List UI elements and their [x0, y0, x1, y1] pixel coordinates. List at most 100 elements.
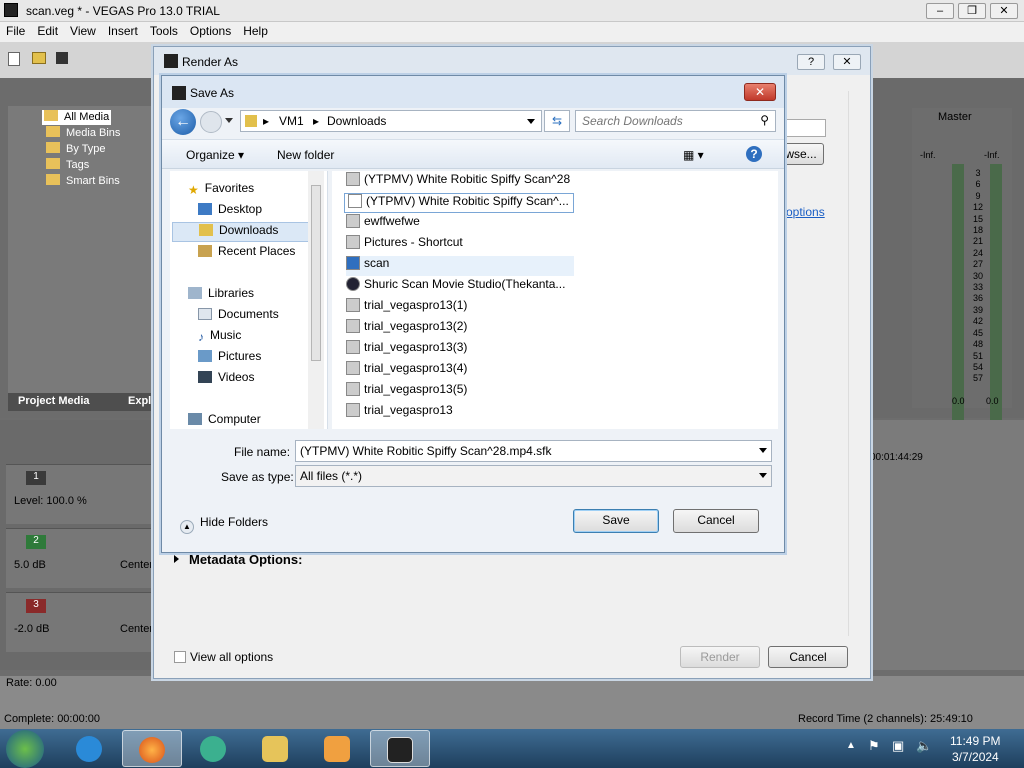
close-button[interactable]: ✕ [744, 83, 776, 101]
search-icon[interactable]: ⚲ [760, 113, 769, 127]
menu-edit[interactable]: Edit [31, 22, 64, 40]
show-hidden-icons[interactable]: ▲ [846, 740, 856, 751]
back-arrow-icon[interactable]: ← [170, 109, 196, 135]
breadcrumb-dropdown-icon[interactable] [527, 119, 535, 124]
nav-downloads[interactable]: Downloads [172, 222, 310, 242]
breadcrumb-downloads[interactable]: Downloads [327, 114, 386, 128]
file-item[interactable]: trial_vegaspro13(2) [346, 319, 467, 339]
dropdown-arrow-icon[interactable] [759, 473, 767, 478]
taskbar-ie[interactable] [60, 730, 120, 767]
file-item[interactable]: trial_vegaspro13(1) [346, 298, 467, 318]
music-icon: ♪ [198, 330, 204, 344]
taskbar-firefox[interactable] [122, 730, 182, 767]
track-2[interactable]: 2 5.0 dB Center [6, 528, 156, 588]
history-dropdown-icon[interactable] [225, 118, 233, 123]
render-scrollbar[interactable] [848, 91, 864, 636]
breadcrumb[interactable]: ▸ VM1 ▸ Downloads [240, 110, 542, 132]
file-item[interactable]: Shuric Scan Movie Studio(Thekanta... [346, 277, 565, 297]
track-3[interactable]: 3 -2.0 dB Center [6, 592, 156, 652]
clock-date[interactable]: 3/7/2024 [952, 750, 999, 764]
tree-item-by-type[interactable]: By Type [46, 142, 106, 157]
close-button[interactable]: ✕ [833, 54, 861, 70]
nav-favorites[interactable]: ★ Favorites [188, 181, 254, 201]
nav-computer[interactable]: Computer [188, 412, 261, 432]
refresh-icon[interactable]: ⇆ [544, 110, 570, 132]
file-name-input[interactable]: (YTPMV) White Robitic Spiffy Scan^28.mp4… [295, 440, 772, 462]
forward-arrow-icon[interactable] [200, 111, 222, 133]
file-item[interactable]: trial_vegaspro13(4) [346, 361, 467, 381]
new-folder-button[interactable]: New folder [277, 148, 334, 162]
scroll-thumb[interactable] [311, 185, 321, 361]
options-link[interactable]: options [786, 205, 825, 219]
file-item[interactable]: Pictures - Shortcut [346, 235, 463, 255]
file-item[interactable]: scan [346, 256, 574, 276]
file-item[interactable]: (YTPMV) White Robitic Spiffy Scan^... [344, 193, 574, 213]
metadata-options-toggle[interactable]: Metadata Options: [174, 552, 302, 567]
nav-libraries[interactable]: Libraries [188, 286, 254, 306]
flag-icon[interactable]: ⚑ [868, 738, 880, 754]
search-box[interactable]: ⚲ [575, 110, 776, 132]
menu-tools[interactable]: Tools [144, 22, 184, 40]
file-item[interactable]: trial_vegaspro13(3) [346, 340, 467, 360]
file-item[interactable]: (YTPMV) White Robitic Spiffy Scan^28 [346, 172, 570, 192]
view-options-icon[interactable]: ▦ ▾ [683, 148, 704, 162]
file-item[interactable]: trial_vegaspro13 [346, 403, 453, 423]
save-as-dialog: Save As ✕ ← ▸ VM1 ▸ Downloads ⇆ ⚲ Organi… [161, 75, 785, 553]
folder-icon [245, 115, 257, 127]
menu-help[interactable]: Help [237, 22, 274, 40]
render-button[interactable]: Render [680, 646, 760, 668]
nav-documents[interactable]: Documents [198, 307, 279, 327]
nav-music[interactable]: ♪ Music [198, 328, 241, 348]
taskbar-vegas[interactable] [370, 730, 430, 767]
internet-explorer-icon [76, 736, 102, 762]
close-button[interactable]: ✕ [990, 3, 1018, 19]
clock-time[interactable]: 11:49 PM [950, 734, 1000, 748]
breadcrumb-vm1[interactable]: VM1 [279, 114, 304, 128]
tree-item-smart-bins[interactable]: Smart Bins [46, 174, 120, 189]
help-icon[interactable]: ? [746, 146, 762, 162]
save-as-type-select[interactable]: All files (*.*) [295, 465, 772, 487]
track-1[interactable]: 1 Level: 100.0 % [6, 464, 156, 524]
taskbar-explorer[interactable] [246, 730, 306, 767]
nav-pictures[interactable]: Pictures [198, 349, 261, 369]
menu-insert[interactable]: Insert [102, 22, 144, 40]
file-item[interactable]: trial_vegaspro13(5) [346, 382, 467, 402]
organize-menu[interactable]: Organize ▾ [186, 148, 244, 162]
navigation-scrollbar[interactable] [308, 171, 324, 429]
menu-view[interactable]: View [64, 22, 102, 40]
maximize-button[interactable]: ❐ [958, 3, 986, 19]
cancel-button[interactable]: Cancel [673, 509, 759, 533]
volume-muted-icon[interactable]: 🔈 [916, 738, 932, 754]
file-explorer-icon [262, 736, 288, 762]
taskbar-media-player[interactable] [308, 730, 368, 767]
tab-project-media[interactable]: Project Media [18, 395, 90, 407]
dropdown-arrow-icon[interactable] [759, 448, 767, 453]
view-all-options-checkbox[interactable]: View all options [174, 650, 273, 664]
tree-item-tags[interactable]: Tags [46, 158, 89, 173]
render-cancel-button[interactable]: Cancel [768, 646, 848, 668]
file-item[interactable]: ewffwefwe [346, 214, 420, 234]
recent-places-icon [198, 245, 212, 257]
new-file-icon[interactable] [8, 52, 20, 66]
save-button[interactable]: Save [573, 509, 659, 533]
nav-videos[interactable]: Videos [198, 370, 254, 390]
menu-options[interactable]: Options [184, 22, 237, 40]
tree-item-media-bins[interactable]: Media Bins [46, 126, 120, 141]
network-icon[interactable]: ▣ [892, 738, 904, 754]
meter-inf-right: -Inf. [984, 150, 1000, 160]
save-as-type-label: Save as type: [221, 470, 294, 484]
save-icon[interactable] [56, 52, 68, 64]
nav-recent-places[interactable]: Recent Places [198, 244, 295, 264]
hide-folders-button[interactable]: ▲ Hide Folders [180, 515, 268, 534]
taskbar-app[interactable] [184, 730, 244, 767]
menu-file[interactable]: File [0, 22, 31, 40]
help-button[interactable]: ? [797, 54, 825, 70]
start-button[interactable] [6, 730, 44, 768]
nav-desktop[interactable]: Desktop [198, 202, 262, 222]
tree-item-all-media[interactable]: All Media [42, 110, 112, 125]
app-icon [200, 736, 226, 762]
open-folder-icon[interactable] [32, 52, 46, 64]
folder-icon [44, 110, 58, 121]
minimize-button[interactable]: – [926, 3, 954, 19]
search-input[interactable] [580, 113, 750, 129]
